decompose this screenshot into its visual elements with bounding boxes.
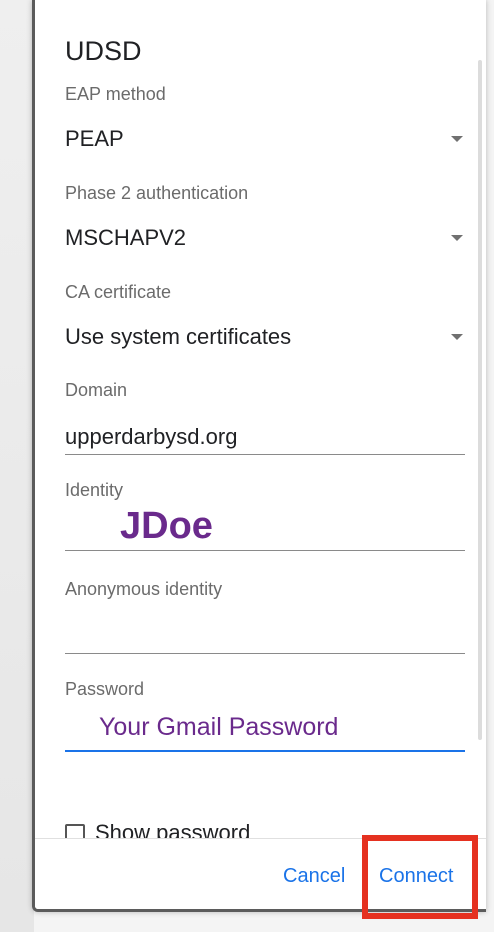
identity-label: Identity — [65, 480, 124, 500]
ca-certificate-value: Use system certificates — [65, 324, 292, 349]
eap-method-label: EAP method — [65, 84, 166, 104]
password-value: Your Gmail Password — [99, 713, 339, 741]
password-label: Password — [65, 679, 145, 699]
checkbox-unchecked-icon[interactable] — [65, 824, 85, 838]
identity-value: JDoe — [120, 505, 213, 547]
domain-label: Domain — [65, 380, 128, 400]
wifi-config-dialog: UDSD EAP method PEAP Phase 2 authenticat… — [32, 0, 486, 912]
ca-certificate-select[interactable]: Use system certificates — [65, 320, 465, 354]
background-window — [0, 0, 34, 932]
eap-method-value: PEAP — [65, 126, 124, 151]
domain-value: upperdarbysd.org — [65, 424, 238, 449]
scrollbar[interactable] — [478, 60, 482, 740]
phase2-auth-select[interactable]: MSCHAPV2 — [65, 221, 465, 255]
ca-certificate-label: CA certificate — [65, 282, 172, 302]
connect-button[interactable]: Connect — [379, 865, 454, 888]
identity-field[interactable]: JDoe — [65, 505, 465, 551]
phase2-auth-value: MSCHAPV2 — [65, 225, 187, 250]
eap-method-select[interactable]: PEAP — [65, 122, 465, 156]
anonymous-identity-label: Anonymous identity — [65, 579, 223, 599]
chevron-down-icon — [451, 334, 463, 340]
anonymous-identity-field[interactable] — [65, 609, 465, 654]
cancel-button[interactable]: Cancel — [283, 865, 345, 888]
password-field[interactable]: Your Gmail Password — [65, 706, 465, 752]
domain-field[interactable]: upperdarbysd.org — [65, 410, 465, 455]
dialog-title: UDSD — [65, 36, 142, 66]
chevron-down-icon — [451, 235, 463, 241]
dialog-scroll-area[interactable]: UDSD EAP method PEAP Phase 2 authenticat… — [35, 0, 486, 838]
chevron-down-icon — [451, 136, 463, 142]
phase2-auth-label: Phase 2 authentication — [65, 183, 249, 203]
screen: UDSD EAP method PEAP Phase 2 authenticat… — [0, 0, 494, 932]
dialog-button-bar: Cancel Connect — [35, 838, 486, 909]
show-password-label: Show password — [95, 820, 251, 838]
